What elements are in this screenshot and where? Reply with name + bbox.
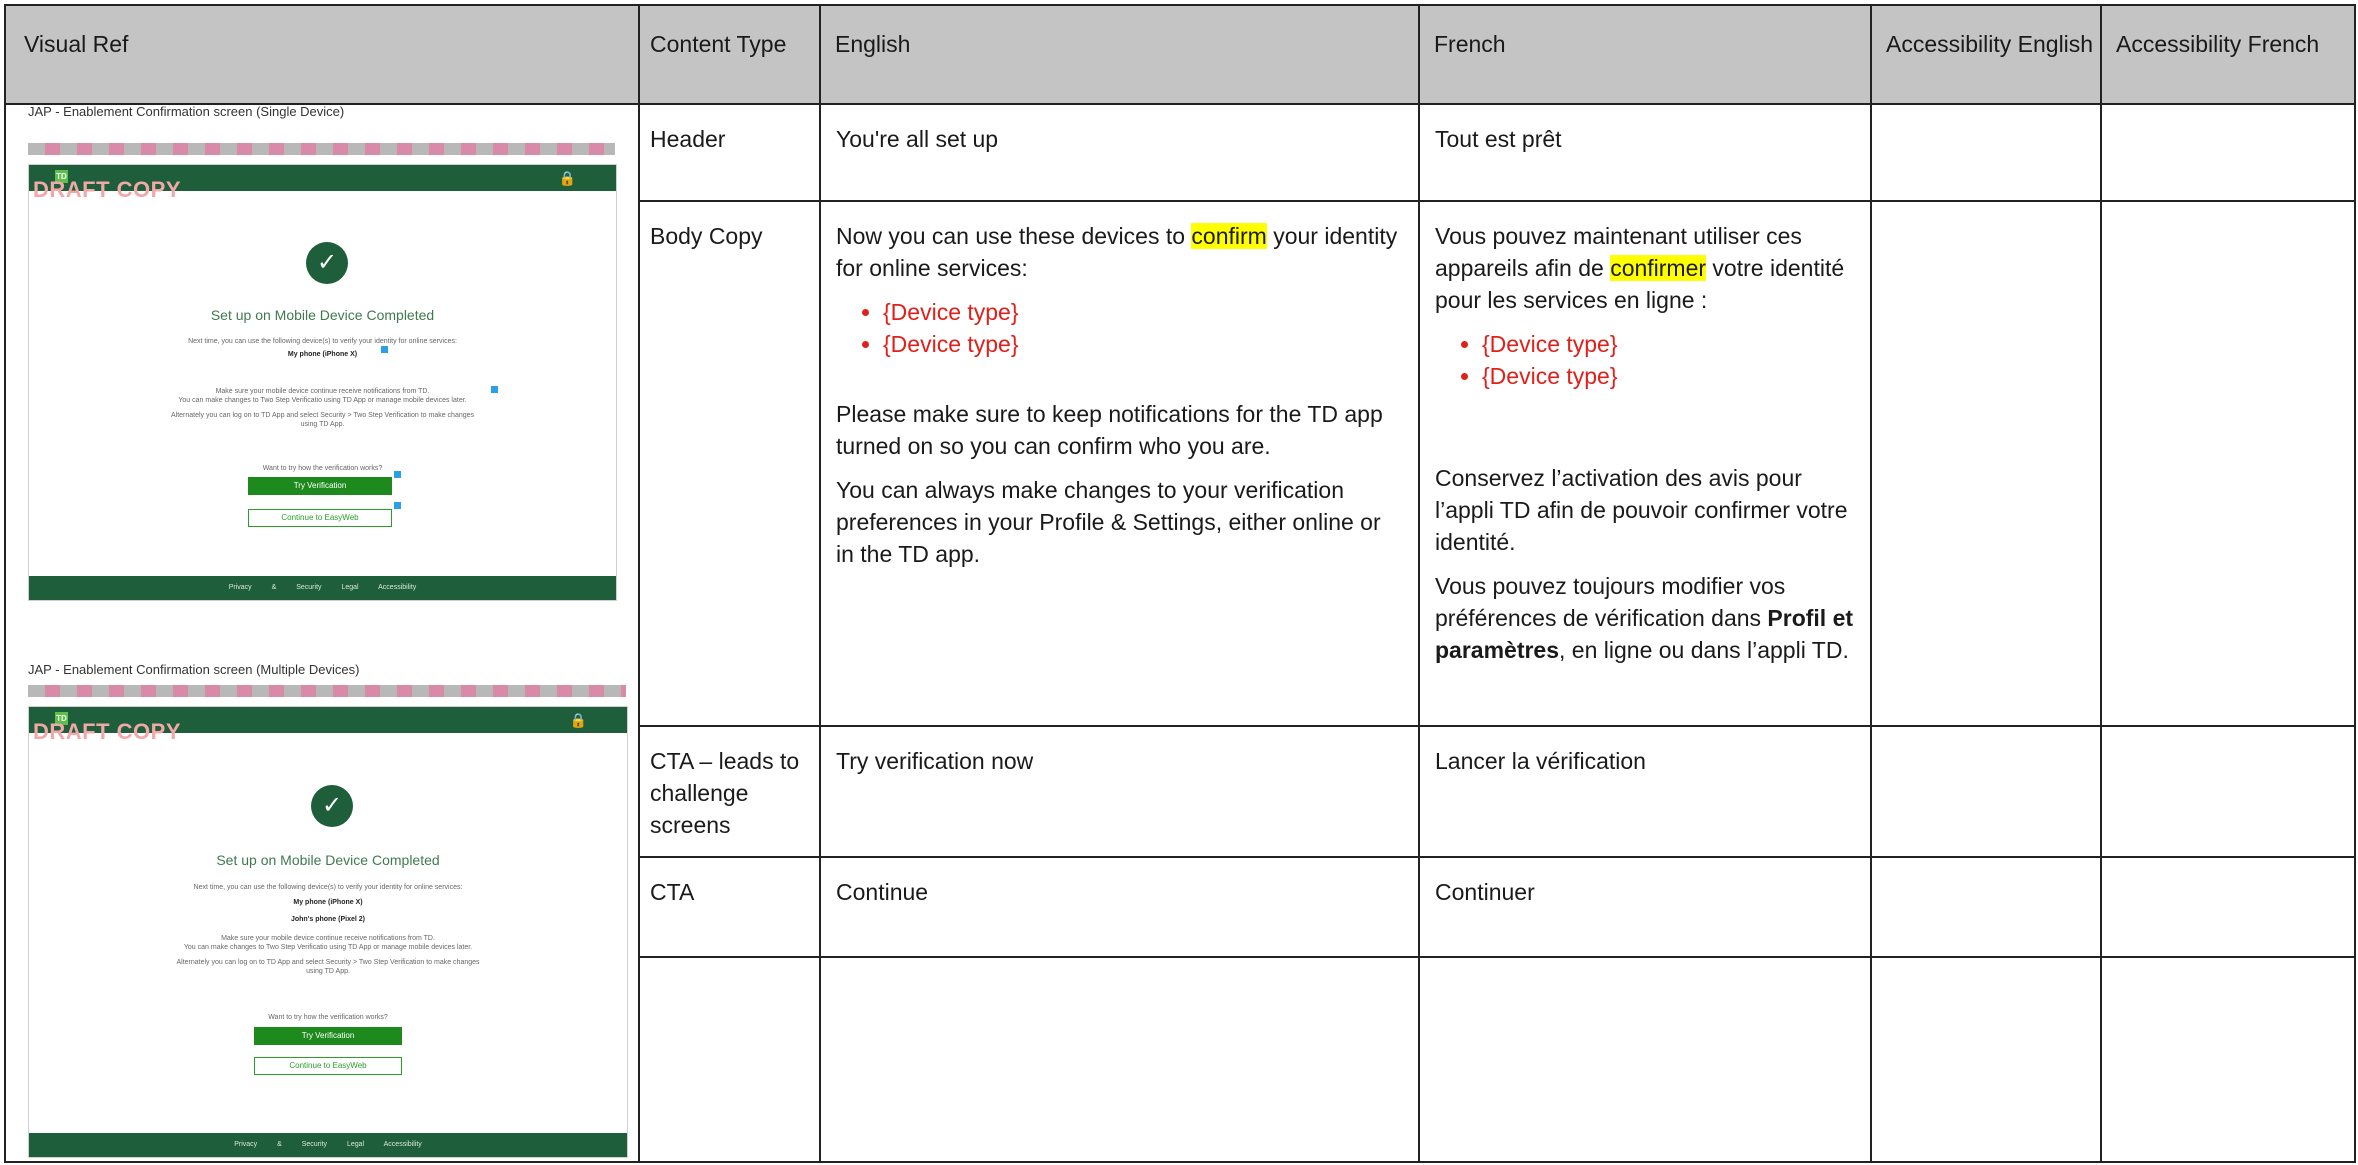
- mock-try-verification-button: Try Verification: [248, 477, 392, 495]
- progress-stripe: [28, 685, 626, 697]
- cell-en-header: You're all set up: [819, 103, 1420, 202]
- mock-notif: Make sure your mobile device continue re…: [221, 935, 435, 942]
- highlight: confirm: [1191, 223, 1267, 249]
- annotation-marker: [381, 346, 388, 353]
- cell-fr-cta2: Continuer: [1418, 856, 1872, 958]
- empty-cell: [638, 956, 821, 1163]
- mock-caption-multi: JAP - Enablement Confirmation screen (Mu…: [28, 662, 360, 677]
- mock-footer: Privacy & Security Legal Accessibility: [29, 576, 616, 600]
- mock-try-verification-button: Try Verification: [254, 1027, 402, 1045]
- progress-stripe: [28, 143, 615, 155]
- mock-notif: Make sure your mobile device continue re…: [215, 388, 430, 395]
- mock-screen-multi: TD 🔒 DRAFT COPY ✓ Set up on Mobile Devic…: [28, 706, 628, 1158]
- cell-acc-en-cta2: [1870, 856, 2102, 958]
- mock-device-2: John's phone (Pixel 2): [290, 916, 365, 923]
- cell-fr-header: Tout est prêt: [1418, 103, 1872, 202]
- visual-ref-cell: JAP - Enablement Confirmation screen (Si…: [4, 103, 640, 1163]
- draft-watermark: DRAFT COPY: [33, 177, 181, 202]
- draft-watermark: DRAFT COPY: [33, 719, 181, 744]
- highlight: confirmer: [1610, 255, 1707, 281]
- checkmark-icon: ✓: [311, 785, 353, 827]
- cell-acc-fr-header: [2100, 103, 2356, 202]
- col-header-accessibility-french: Accessibility French: [2100, 4, 2356, 105]
- fr-device-list: {Device type} {Device type}: [1435, 328, 1856, 392]
- col-header-french: French: [1418, 4, 1872, 105]
- mock-screen-single: TD 🔒 DRAFT COPY ✓ Set up on Mobile Devic…: [28, 164, 617, 601]
- mock-footer: Privacy & Security Legal Accessibility: [29, 1133, 627, 1157]
- cell-acc-en-cta1: [1870, 725, 2102, 858]
- mock-continue-button: Continue to EasyWeb: [248, 509, 392, 527]
- cell-fr-body: Vous pouvez maintenant utiliser ces appa…: [1418, 200, 1872, 727]
- list-item: {Device type}: [1482, 328, 1856, 360]
- mock-try-question: Want to try how the verification works?: [268, 1014, 388, 1021]
- en-body-p3: You can always make changes to your veri…: [836, 477, 1381, 567]
- mock-changes: You can make changes to Two Step Verific…: [183, 944, 473, 951]
- cell-acc-fr-body: [2100, 200, 2356, 727]
- empty-cell: [1418, 956, 1872, 1163]
- fr-body-p2: Conservez l’activation des avis pour l’a…: [1435, 465, 1848, 555]
- mock-caption-single: JAP - Enablement Confirmation screen (Si…: [28, 104, 345, 119]
- col-header-content-type: Content Type: [638, 4, 821, 105]
- en-body-p2: Please make sure to keep notifications f…: [836, 401, 1383, 459]
- mock-alt: Alternately you can log on to TD App and…: [176, 959, 480, 975]
- mock-title: Set up on Mobile Device Completed: [210, 307, 435, 323]
- cell-en-cta1: Try verification now: [819, 725, 1420, 858]
- mock-changes: You can make changes to Two Step Verific…: [178, 397, 467, 404]
- en-device-list: {Device type} {Device type}: [836, 296, 1404, 360]
- fr-body-p3: Vous pouvez toujours modifier vos préfér…: [1435, 573, 1854, 663]
- empty-cell: [2100, 956, 2356, 1163]
- cell-type-cta2: CTA: [638, 856, 821, 958]
- list-item: {Device type}: [1482, 360, 1856, 392]
- list-item: {Device type}: [883, 296, 1404, 328]
- cell-acc-fr-cta2: [2100, 856, 2356, 958]
- en-body-p1: Now you can use these devices to confirm…: [836, 223, 1398, 281]
- mock-next-time: Next time, you can use the following dev…: [193, 884, 463, 891]
- header-row: Visual Ref Content Type English French A…: [4, 4, 2356, 105]
- lock-icon: 🔒: [569, 712, 587, 728]
- cell-acc-fr-cta1: [2100, 725, 2356, 858]
- col-header-english: English: [819, 4, 1420, 105]
- mock-title: Set up on Mobile Device Completed: [216, 852, 440, 868]
- mock-try-question: Want to try how the verification works?: [262, 465, 383, 472]
- empty-cell: [819, 956, 1420, 1163]
- cell-fr-cta1: Lancer la vérification: [1418, 725, 1872, 858]
- annotation-marker: [394, 502, 401, 509]
- annotation-marker: [491, 386, 498, 393]
- checkmark-icon: ✓: [306, 242, 348, 284]
- cell-type-header: Header: [638, 103, 821, 202]
- cell-acc-en-body: [1870, 200, 2102, 727]
- cell-acc-en-header: [1870, 103, 2102, 202]
- mock-alt: Alternately you can log on to TD App and…: [170, 412, 475, 428]
- annotation-marker: [394, 471, 401, 478]
- mock-next-time: Next time, you can use the following dev…: [188, 338, 457, 345]
- col-header-accessibility-english: Accessibility English: [1870, 4, 2102, 105]
- lock-icon: 🔒: [558, 170, 576, 186]
- mock-continue-button: Continue to EasyWeb: [254, 1057, 402, 1075]
- list-item: {Device type}: [883, 328, 1404, 360]
- mock-device-1: My phone (iPhone X): [293, 899, 363, 906]
- cell-type-cta1: CTA – leads to challenge screens: [638, 725, 821, 858]
- cell-en-body: Now you can use these devices to confirm…: [819, 200, 1420, 727]
- col-header-visual-ref: Visual Ref: [4, 4, 640, 105]
- fr-body-p1: Vous pouvez maintenant utiliser ces appa…: [1435, 223, 1845, 313]
- table-row: JAP - Enablement Confirmation screen (Si…: [4, 103, 2356, 1163]
- empty-cell: [1870, 956, 2102, 1163]
- cell-type-body: Body Copy: [638, 200, 821, 727]
- content-table: Visual Ref Content Type English French A…: [4, 4, 2356, 1163]
- mock-device-1: My phone (iPhone X): [287, 351, 358, 358]
- cell-en-cta2: Continue: [819, 856, 1420, 958]
